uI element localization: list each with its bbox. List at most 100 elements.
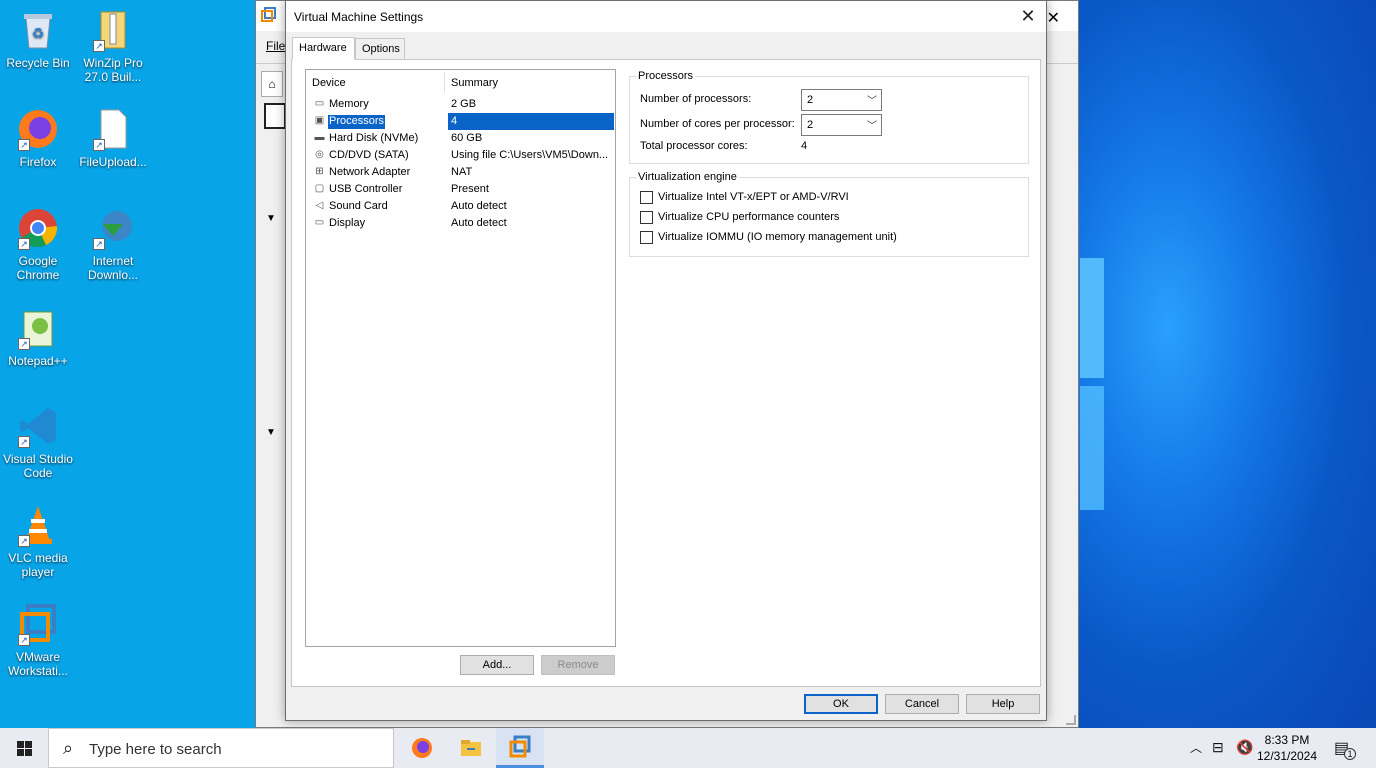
taskbar-vmware[interactable] [496,728,544,768]
notification-badge: 1 [1344,748,1356,760]
taskbar-clock[interactable]: 8:33 PM 12/31/2024 [1252,732,1322,764]
cd-dvd-icon: ◎ [315,149,324,160]
device-summary: NAT [451,166,473,178]
device-row-sound-card[interactable]: ◁ Sound Card Auto detect [306,198,615,215]
desktop-icon-fileupload[interactable]: ↗ FileUpload... [77,107,149,169]
device-row-memory[interactable]: ▭ Memory 2 GB [306,96,615,113]
device-summary: Auto detect [451,217,507,229]
menu-file[interactable]: File [266,39,285,53]
vm-thumbnail-icon [264,103,286,129]
device-name: Hard Disk (NVMe) [329,132,419,144]
checkbox-box[interactable] [640,191,653,204]
virtualization-group-title: Virtualization engine [636,171,739,183]
checkbox-box[interactable] [640,211,653,224]
close-icon[interactable]: ✕ [1047,8,1060,28]
winzip-icon: ↗ [91,8,135,52]
sound-icon: ◁ [315,200,324,211]
device-name: CD/DVD (SATA) [329,149,409,161]
checkbox-virtualize-vtx[interactable]: Virtualize Intel VT-x/EPT or AMD-V/RVI [640,190,1020,206]
device-row-usb-controller[interactable]: ▢ USB Controller Present [306,181,615,198]
checkbox-box[interactable] [640,231,653,244]
ok-button[interactable]: OK [804,694,878,714]
device-row-hard-disk[interactable]: ▬ Hard Disk (NVMe) 60 GB [306,130,615,147]
device-row-cd-dvd[interactable]: ◎ CD/DVD (SATA) Using file C:\Users\VM5\… [306,147,615,164]
desktop-icon-recycle-bin[interactable]: ♻ Recycle Bin [2,8,74,70]
checkbox-virtualize-iommu[interactable]: Virtualize IOMMU (IO memory management u… [640,230,1020,246]
cores-per-processor-select[interactable]: 2 ﹀ [801,114,882,136]
taskbar-search-box[interactable]: ⌕ Type here to search [48,728,394,768]
checkbox-label: Virtualize CPU performance counters [658,211,840,223]
firefox-icon [412,738,432,758]
processor-icon: ▣ [314,115,325,126]
home-tab-icon[interactable]: ⌂ [261,71,283,97]
tab-options[interactable]: Options [355,38,405,60]
svg-text:♻: ♻ [32,26,45,42]
processors-group: Processors Number of processors: 2 ﹀ Num… [629,70,1029,164]
show-hidden-icons-chevron-up-icon[interactable]: ︿ [1190,739,1202,768]
device-name: Processors [328,115,386,129]
folder-icon [461,740,481,756]
volume-muted-icon[interactable]: 🔇 [1236,739,1253,768]
desktop-icon-vscode[interactable]: ↗ Visual Studio Code [2,404,74,480]
memory-icon: ▭ [314,98,325,109]
tab-hardware[interactable]: Hardware [292,37,355,60]
column-header-device[interactable]: Device [312,77,346,89]
device-row-network-adapter[interactable]: ⊞ Network Adapter NAT [306,164,615,181]
vlc-icon: ↗ [16,503,60,547]
taskbar: ⌕ Type here to search ︿ ⊟ 🔇 8:33 PM 12/3… [0,728,1376,768]
recycle-bin-icon: ♻ [16,8,60,52]
desktop-icon-winzip[interactable]: ↗ WinZip Pro 27.0 Buil... [77,8,149,84]
vmware-icon: ↗ [16,602,60,646]
desktop-icon-idm[interactable]: ↗ Internet Downlo... [77,206,149,282]
taskbar-file-explorer[interactable] [447,728,495,768]
network-icon[interactable]: ⊟ [1212,739,1224,768]
checkbox-label: Virtualize Intel VT-x/EPT or AMD-V/RVI [658,191,849,203]
desktop-icon-label: Recycle Bin [6,56,70,70]
desktop-icon-chrome[interactable]: ↗ Google Chrome [2,206,74,282]
desktop-icon-vmware[interactable]: ↗ VMware Workstati... [2,602,74,678]
processors-group-title: Processors [636,70,696,82]
virtualization-engine-group: Virtualization engine Virtualize Intel V… [629,171,1029,257]
device-list[interactable]: Device Summary ▭ Memory 2 GB ▣ Processor… [305,69,616,647]
cores-per-processor-value: 2 [807,119,814,131]
notification-center-icon[interactable]: ▤ 1 [1334,738,1356,768]
desktop-icon-notepadpp[interactable]: ↗ Notepad++ [2,306,74,368]
remove-button[interactable]: Remove [541,655,615,675]
desktop-icon-label: VMware Workstati... [8,650,68,678]
vm-settings-dialog: Virtual Machine Settings ✕ Hardware Opti… [285,0,1047,721]
vmware-app-icon [261,7,277,23]
vscode-icon: ↗ [16,404,60,448]
device-row-processors[interactable]: ▣ Processors 4 [306,113,615,130]
close-icon[interactable]: ✕ [1016,5,1040,27]
desktop-icon-vlc[interactable]: ↗ VLC media player [2,503,74,579]
device-row-display[interactable]: ▭ Display Auto detect [306,215,615,232]
num-processors-select[interactable]: 2 ﹀ [801,89,882,111]
network-adapter-icon: ⊞ [315,166,324,177]
checkbox-label: Virtualize IOMMU (IO memory management u… [658,231,897,243]
cancel-button[interactable]: Cancel [885,694,959,714]
device-summary: 4 [451,115,458,127]
column-header-summary[interactable]: Summary [451,77,498,89]
clock-time: 8:33 PM [1264,733,1310,747]
checkbox-virtualize-perf-counters[interactable]: Virtualize CPU performance counters [640,210,1020,226]
device-name: Memory [329,98,369,110]
desktop-wallpaper [1078,0,1376,728]
num-processors-value: 2 [807,94,814,106]
hardware-panel: Device Summary ▭ Memory 2 GB ▣ Processor… [291,59,1041,687]
idm-icon: ↗ [91,206,135,250]
windows-logo-wallpaper [1080,258,1106,510]
desktop-icon-firefox[interactable]: ↗ Firefox [2,107,74,169]
usb-icon: ▢ [314,183,325,194]
add-button[interactable]: Add... [460,655,534,675]
notepadpp-icon: ↗ [16,306,60,350]
collapse-arrow-icon[interactable]: ▼ [266,213,276,224]
chevron-down-icon: ﹀ [867,96,877,107]
device-summary: Using file C:\Users\VM5\Down... [451,149,609,161]
resize-grip-icon[interactable] [1066,715,1076,725]
device-list-header: Device Summary [306,70,615,94]
collapse-arrow-icon[interactable]: ▼ [266,427,276,438]
chevron-down-icon: ﹀ [867,121,877,132]
help-button[interactable]: Help [966,694,1040,714]
start-button[interactable] [0,728,48,768]
taskbar-firefox[interactable] [398,728,446,768]
